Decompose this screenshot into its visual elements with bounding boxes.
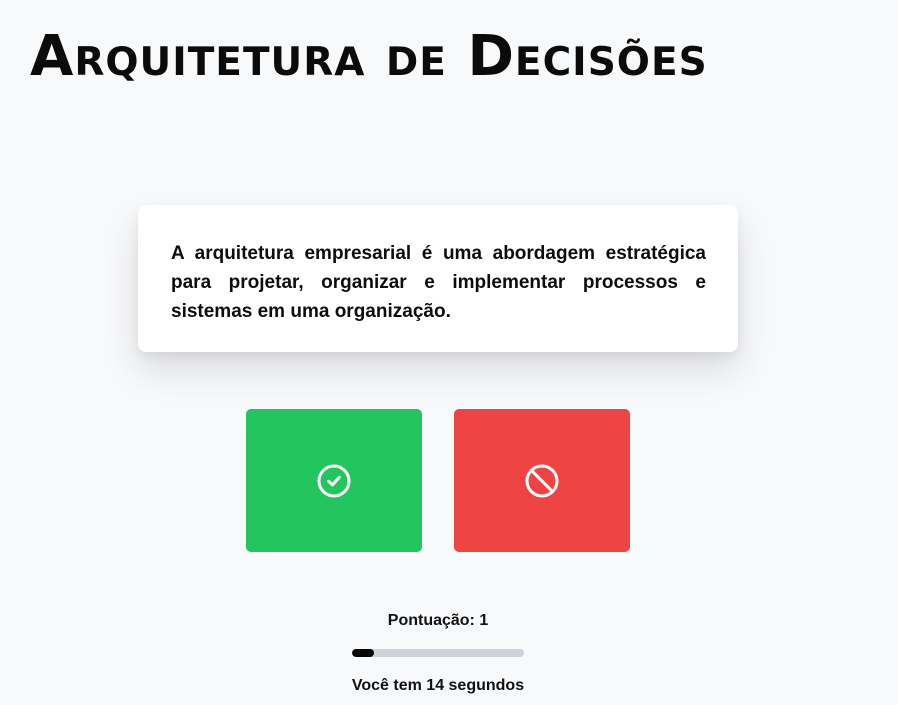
- ban-icon: [524, 463, 560, 499]
- timer-progress-fill: [352, 649, 375, 657]
- check-circle-icon: [316, 463, 352, 499]
- false-button[interactable]: [454, 409, 630, 552]
- timer-progress-bar: [352, 649, 524, 657]
- timer-label: Você tem 14 segundos: [351, 677, 525, 694]
- true-button[interactable]: [246, 409, 422, 552]
- question-card: A arquitetura empresarial é uma abordage…: [138, 205, 738, 352]
- score-label: Pontuação: 1: [387, 612, 489, 629]
- question-text: A arquitetura empresarial é uma abordage…: [171, 243, 706, 322]
- app-title: Arquitetura de Decisões: [30, 25, 708, 89]
